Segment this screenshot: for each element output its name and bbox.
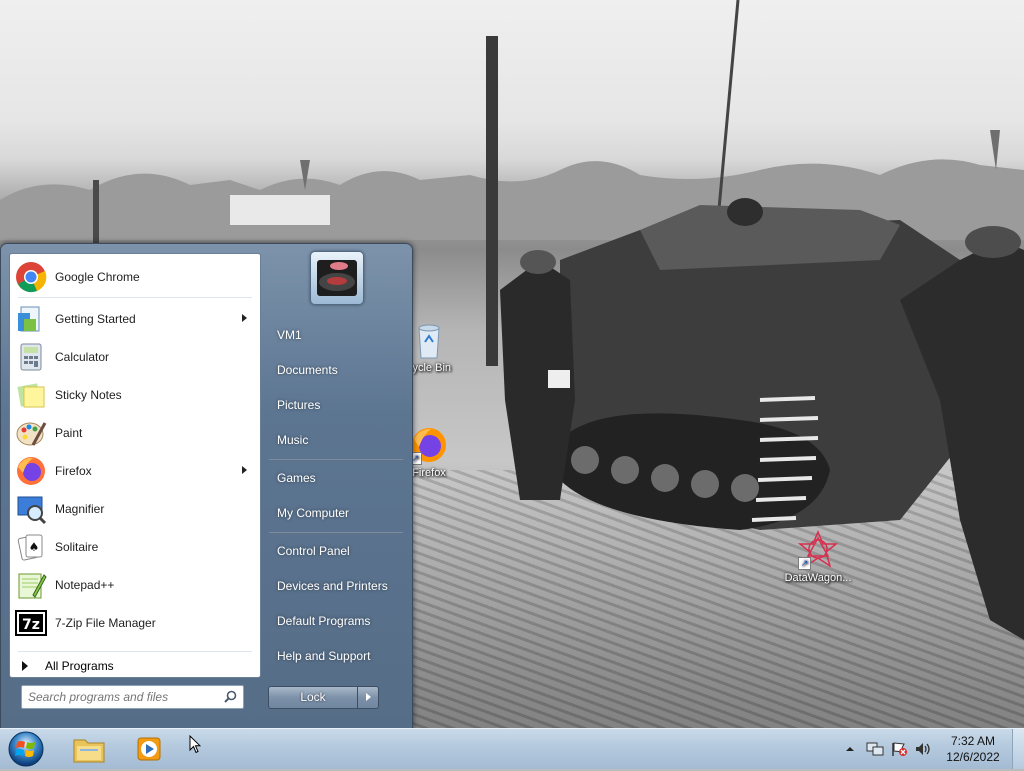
network-icon [866,742,884,756]
start-right-games[interactable]: Games [269,464,413,492]
start-menu-places-pane: VM1 Documents Pictures Music Games My Co… [261,244,412,729]
clock-date: 12/6/2022 [946,750,1000,764]
firefox-icon [15,455,47,487]
turntable-icon [317,260,357,296]
start-item-label: Sticky Notes [55,388,122,402]
clock-time: 7:32 AM [950,734,996,748]
desktop-icon-datawagon[interactable]: ↗ DataWagon... [776,530,860,584]
chrome-icon [15,261,47,293]
show-desktop-button[interactable] [1012,729,1024,769]
magnifier-icon [15,493,47,525]
separator [269,532,403,534]
all-programs-arrow-icon [22,661,28,671]
start-right-pictures[interactable]: Pictures [269,391,413,419]
volume-icon [916,743,930,755]
separator [18,297,252,298]
sticky-notes-icon [15,379,47,411]
taskbar-clock[interactable]: 7:32 AM 12/6/2022 [940,733,1006,765]
svg-text:7z: 7z [22,617,40,633]
all-programs-button[interactable]: All Programs [10,654,260,678]
start-item-label: Magnifier [55,502,105,516]
start-right-devices-printers[interactable]: Devices and Printers [269,572,413,600]
start-item-calculator[interactable]: Calculator [13,340,257,374]
separator [269,459,403,461]
start-right-user-folder[interactable]: VM1 [269,321,413,349]
tray-volume[interactable] [914,741,932,757]
tray-show-hidden[interactable] [844,743,856,755]
start-right-default-programs[interactable]: Default Programs [269,607,413,635]
start-item-label: Firefox [55,464,92,478]
folder-icon [73,739,105,763]
start-item-label: Google Chrome [55,270,140,284]
chevron-right-icon [366,693,371,701]
notepad-plus-plus-icon [15,569,47,601]
chevron-up-icon [846,747,854,751]
firefox-icon: ↗ [409,425,449,465]
user-avatar[interactable] [310,251,364,305]
tray-network[interactable] [866,741,884,757]
submenu-arrow-icon[interactable] [242,466,247,474]
desktop-icon-label: DataWagon... [784,572,852,584]
shortcut-arrow-icon: ↗ [798,557,811,570]
media-player-icon [137,737,161,761]
windows-logo-icon [8,731,44,767]
lock-button[interactable]: Lock [268,686,358,709]
getting-started-icon [15,303,47,335]
start-item-label: Paint [55,426,83,440]
start-item-label: Calculator [55,350,110,364]
taskbar-file-explorer[interactable] [71,732,107,766]
start-right-documents[interactable]: Documents [269,356,413,384]
start-item-7zip[interactable]: 7z 7-Zip File Manager [13,606,257,640]
start-item-firefox[interactable]: Firefox [13,454,257,488]
start-item-label: 7-Zip File Manager [55,616,156,630]
solitaire-icon: ♠ [15,531,47,563]
tray-action-center[interactable] [890,741,908,757]
start-search-box[interactable] [21,685,244,709]
svg-text:♠: ♠ [29,540,40,554]
search-input[interactable] [28,688,218,706]
action-center-flag-icon [892,742,907,756]
start-item-getting-started[interactable]: Getting Started [13,302,257,336]
taskbar: 7:32 AM 12/6/2022 [0,728,1024,769]
start-menu: Google Chrome Getting Started Calculator… [0,243,413,730]
all-programs-label: All Programs [45,659,114,673]
calculator-icon [15,341,47,373]
start-right-help-support[interactable]: Help and Support [269,642,413,670]
mouse-cursor-icon [189,735,201,754]
start-item-google-chrome[interactable]: Google Chrome [13,260,257,294]
start-item-sticky-notes[interactable]: Sticky Notes [13,378,257,412]
start-right-my-computer[interactable]: My Computer [269,499,413,527]
start-right-control-panel[interactable]: Control Panel [269,537,413,565]
start-item-label: Getting Started [55,312,136,326]
start-right-music[interactable]: Music [269,426,413,454]
paint-icon [15,417,47,449]
power-options-button[interactable] [357,686,379,709]
taskbar-media-player[interactable] [131,732,167,766]
start-item-label: Notepad++ [55,578,115,592]
separator [18,651,252,652]
start-item-solitaire[interactable]: ♠ Solitaire [13,530,257,564]
recycle-bin-icon [409,320,449,360]
datawagon-icon: ↗ [797,530,839,570]
start-item-notepad-plus-plus[interactable]: Notepad++ [13,568,257,602]
start-item-label: Solitaire [55,540,99,554]
submenu-arrow-icon[interactable] [242,314,247,322]
start-button[interactable] [6,730,46,768]
search-icon[interactable] [224,690,237,703]
start-menu-programs-pane: Google Chrome Getting Started Calculator… [9,253,261,678]
start-item-paint[interactable]: Paint [13,416,257,450]
seven-zip-icon: 7z [15,607,47,639]
start-item-magnifier[interactable]: Magnifier [13,492,257,526]
